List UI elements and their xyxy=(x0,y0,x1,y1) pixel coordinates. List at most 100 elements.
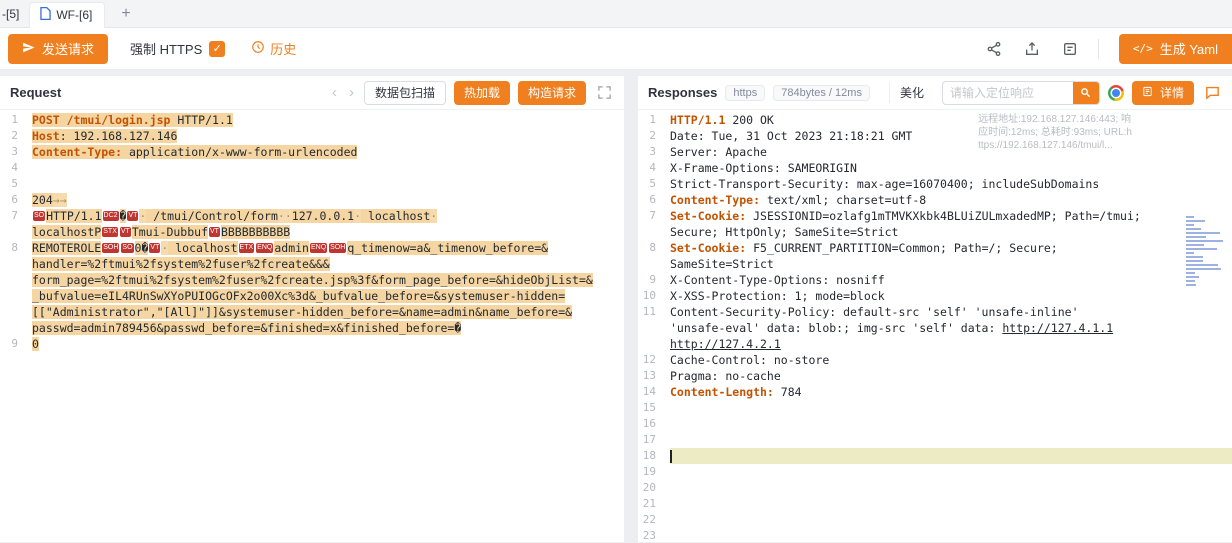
code-line[interactable]: http://127.4.2.1 xyxy=(638,336,1232,352)
send-icon xyxy=(22,41,35,57)
line-number: 10 xyxy=(638,288,670,304)
code-line[interactable]: 13Pragma: no-cache xyxy=(638,368,1232,384)
code-line[interactable]: handler=%2ftmui%2fsystem%2fuser%2fcreate… xyxy=(0,256,624,272)
line-number xyxy=(638,320,670,336)
line-number: 6 xyxy=(638,192,670,208)
code-line[interactable]: 7SOHTTP/1.1DC2�VT· /tmui/Control/form··1… xyxy=(0,208,624,224)
code-line[interactable]: 'unsafe-eval' data: blob:; img-src 'self… xyxy=(638,320,1232,336)
code-line[interactable]: 6Content-Type: text/xml; charset=utf-8 xyxy=(638,192,1232,208)
search-input[interactable] xyxy=(943,86,1073,100)
line-number xyxy=(638,336,670,352)
line-number xyxy=(638,224,670,240)
search-icon[interactable] xyxy=(1073,81,1099,105)
code-line[interactable]: 2Date: Tue, 31 Oct 2023 21:18:21 GMT xyxy=(638,128,1232,144)
line-number: 17 xyxy=(638,432,670,448)
code-line[interactable]: 6204→→ xyxy=(0,192,624,208)
minimap[interactable] xyxy=(1184,214,1230,324)
add-tab-button[interactable]: + xyxy=(115,5,136,23)
locate-response-search xyxy=(942,81,1100,105)
code-line[interactable]: 12Cache-Control: no-store xyxy=(638,352,1232,368)
open-in-browser-icon[interactable] xyxy=(1108,85,1124,101)
code-line[interactable]: 8REMOTEROLESOHSO0�VT· localhostETXENQadm… xyxy=(0,240,624,256)
line-number: 22 xyxy=(638,512,670,528)
line-number xyxy=(0,224,32,240)
text-cursor xyxy=(670,450,672,463)
code-line[interactable]: 1POST /tmui/login.jsp HTTP/1.1 xyxy=(0,112,624,128)
code-line[interactable]: 8Set-Cookie: F5_CURRENT_PARTITION=Common… xyxy=(638,240,1232,256)
line-number: 7 xyxy=(0,208,32,224)
code-line[interactable]: 3Server: Apache xyxy=(638,144,1232,160)
send-request-label: 发送请求 xyxy=(42,39,94,58)
force-https-checkbox[interactable]: ✓ xyxy=(209,41,225,57)
code-line[interactable]: 17 xyxy=(638,432,1232,448)
export-icon[interactable] xyxy=(1022,39,1042,59)
code-line[interactable]: 1HTTP/1.1 200 OK xyxy=(638,112,1232,128)
code-line[interactable]: 16 xyxy=(638,416,1232,432)
line-number: 13 xyxy=(638,368,670,384)
main-toolbar: 发送请求 强制 HTTPS ✓ 历史 </> 生成 Yaml xyxy=(0,28,1232,70)
details-button[interactable]: 详情 xyxy=(1132,81,1194,105)
code-line[interactable]: 3Content-Type: application/x-www-form-ur… xyxy=(0,144,624,160)
line-number: 9 xyxy=(0,336,32,352)
prev-request-button[interactable]: ‹ xyxy=(330,85,339,100)
beautify-button[interactable]: 美化 xyxy=(889,82,934,103)
code-line[interactable]: 18 xyxy=(638,448,1232,464)
response-panel: Responses https 784bytes / 12ms 美化 详情 xyxy=(638,76,1232,542)
code-line[interactable]: _bufvalue=eIL4RUnSwXYoPUIOGcOFx2o00Xc%3d… xyxy=(0,288,624,304)
request-editor[interactable]: 1POST /tmui/login.jsp HTTP/1.12Host: 192… xyxy=(0,110,624,542)
code-line[interactable]: 4X-Frame-Options: SAMEORIGIN xyxy=(638,160,1232,176)
response-editor[interactable]: 远程地址:192.168.127.146:443; 响 应时间:12ms; 总耗… xyxy=(638,110,1232,542)
history-button[interactable]: 历史 xyxy=(251,39,296,58)
code-line[interactable]: 2Host: 192.168.127.146 xyxy=(0,128,624,144)
code-line[interactable]: 10X-XSS-Protection: 1; mode=block xyxy=(638,288,1232,304)
code-line[interactable]: 11Content-Security-Policy: default-src '… xyxy=(638,304,1232,320)
code-line[interactable]: 22 xyxy=(638,512,1232,528)
code-line[interactable]: 4 xyxy=(0,160,624,176)
tab-wf[interactable]: WF-[6] xyxy=(29,2,105,28)
line-number: 19 xyxy=(638,464,670,480)
line-number: 3 xyxy=(638,144,670,160)
code-line[interactable]: 23 xyxy=(638,528,1232,542)
construct-request-button[interactable]: 构造请求 xyxy=(518,81,586,105)
send-request-button[interactable]: 发送请求 xyxy=(8,34,108,64)
edit-icon[interactable] xyxy=(1060,39,1080,59)
line-number: 1 xyxy=(0,112,32,128)
code-icon: </> xyxy=(1133,42,1153,55)
next-request-button[interactable]: › xyxy=(347,85,356,100)
feedback-chat-icon[interactable] xyxy=(1202,83,1222,103)
code-line[interactable]: 15 xyxy=(638,400,1232,416)
code-line[interactable]: [["Administrator","[All]"]]&systemuser-h… xyxy=(0,304,624,320)
code-line[interactable]: 9X-Content-Type-Options: nosniff xyxy=(638,272,1232,288)
size-time-badge: 784bytes / 12ms xyxy=(773,85,870,101)
code-line[interactable]: 19 xyxy=(638,464,1232,480)
share-icon[interactable] xyxy=(984,39,1004,59)
document-icon xyxy=(40,7,51,23)
code-line[interactable]: 5Strict-Transport-Security: max-age=1607… xyxy=(638,176,1232,192)
packet-scan-button[interactable]: 数据包扫描 xyxy=(364,81,446,105)
line-number: 15 xyxy=(638,400,670,416)
request-title: Request xyxy=(10,85,61,100)
code-line[interactable]: 7Set-Cookie: JSESSIONID=ozlafg1mTMVKXkbk… xyxy=(638,208,1232,224)
line-number xyxy=(0,272,32,288)
clock-icon xyxy=(251,40,265,57)
line-number xyxy=(638,256,670,272)
code-line[interactable]: 90 xyxy=(0,336,624,352)
line-number: 8 xyxy=(638,240,670,256)
code-line[interactable]: 20 xyxy=(638,480,1232,496)
code-line[interactable]: form_page=%2ftmui%2fsystem%2fuser%2fcrea… xyxy=(0,272,624,288)
code-line[interactable]: Secure; HttpOnly; SameSite=Strict xyxy=(638,224,1232,240)
history-label: 历史 xyxy=(270,39,296,58)
line-number: 4 xyxy=(0,160,32,176)
code-line[interactable]: passwd=admin789456&passwd_before=&finish… xyxy=(0,320,624,336)
hot-reload-button[interactable]: 热加载 xyxy=(454,81,510,105)
code-line[interactable]: 5 xyxy=(0,176,624,192)
code-line[interactable]: 21 xyxy=(638,496,1232,512)
line-number: 2 xyxy=(638,128,670,144)
code-line[interactable]: localhostPSTXVTTmui-DubbufVTBBBBBBBBBB xyxy=(0,224,624,240)
code-line[interactable]: SameSite=Strict xyxy=(638,256,1232,272)
code-line[interactable]: 14Content-Length: 784 xyxy=(638,384,1232,400)
line-number: 5 xyxy=(0,176,32,192)
tab-label: WF-[6] xyxy=(56,8,92,22)
generate-yaml-button[interactable]: </> 生成 Yaml xyxy=(1119,34,1232,64)
fullscreen-icon[interactable] xyxy=(594,83,614,103)
